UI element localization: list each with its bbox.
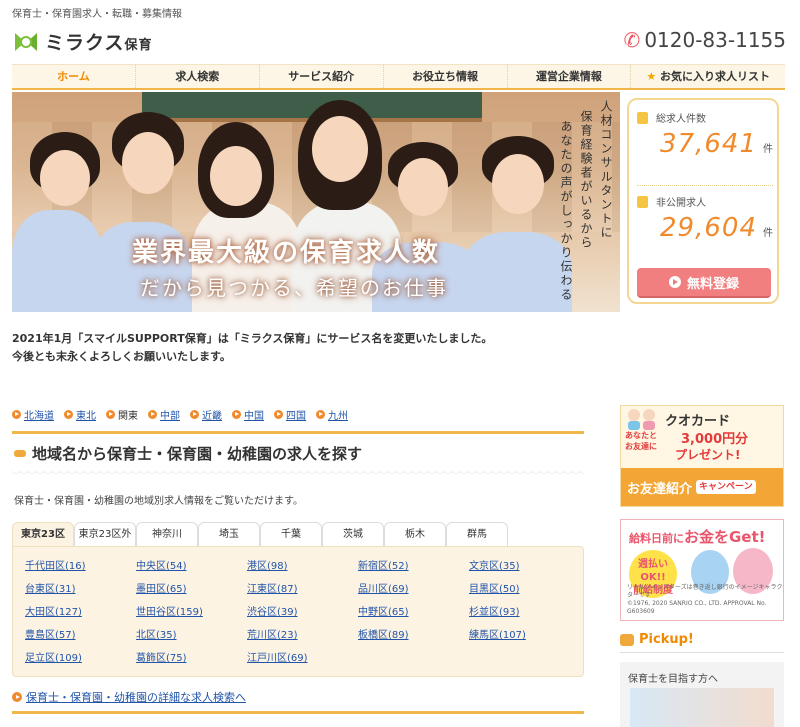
lock-icon (637, 195, 648, 208)
arrow-icon (190, 410, 199, 419)
play-icon (668, 276, 681, 288)
ward-link[interactable]: 練馬区(107) (469, 626, 526, 641)
detail-search-link[interactable]: 保育士・保育園・幼稚園の詳細な求人検索へ (12, 689, 246, 705)
ward-panel: 千代田区(16) 中央区(54) 港区(98) 新宿区(52) 文京区(35) … (12, 546, 584, 677)
region-link-chubu[interactable]: 中部 (148, 407, 180, 422)
section-description: 保育士・保育園・幼稚園の地域別求人情報をご覧いただけます。 (14, 496, 303, 507)
ward-link[interactable]: 世田谷区(159) (136, 603, 203, 618)
pickup-heading: Pickup! (620, 632, 694, 647)
wave-divider (12, 470, 584, 476)
area-tabs: 東京23区 東京23区外 神奈川 埼玉 千葉 茨城 栃木 群馬 (12, 522, 508, 547)
nav-job-search[interactable]: 求人検索 (136, 65, 260, 88)
region-link-kinki[interactable]: 近畿 (190, 407, 222, 422)
child-figure (482, 136, 554, 232)
arrow-icon (274, 410, 283, 419)
ward-link[interactable]: 文京区(35) (469, 557, 520, 572)
section-title: 地域名から保育士・保育園・幼稚園の求人を探す (14, 443, 362, 464)
ward-link[interactable]: 江戸川区(69) (247, 649, 308, 664)
ward-link[interactable]: 新宿区(52) (358, 557, 409, 572)
service-rename-notice: 2021年1月「スマイルSUPPORT保育」は「ミラクス保育」にサービス名を変更… (12, 332, 493, 363)
ward-link[interactable]: 板橋区(89) (358, 626, 409, 641)
hero-banner: 業界最大級の保育求人数 だから見つかる、希望のお仕事 人材コンサルタントに 保育… (12, 92, 620, 312)
weekly-pay-banner[interactable]: 給料日前にお金をGet! 週払い OK!! 前給制度 リトルツインスターズは巻き… (620, 519, 784, 621)
free-register-button[interactable]: 無料登録 (637, 268, 771, 298)
region-link-kyushu[interactable]: 九州 (316, 407, 348, 422)
ward-link[interactable]: 千代田区(16) (25, 557, 86, 572)
section-divider (12, 711, 584, 714)
tab-ibaraki[interactable]: 茨城 (322, 522, 384, 547)
region-link-hokkaido[interactable]: 北海道 (12, 407, 54, 422)
nav-service[interactable]: サービス紹介 (260, 65, 384, 88)
ward-link[interactable]: 品川区(69) (358, 580, 409, 595)
pickup-card[interactable]: 保育士を目指す方へ (620, 662, 784, 727)
region-links: 北海道 東北 関東 中部 近畿 中国 四国 九州 (12, 407, 358, 422)
job-stats-box: 総求人件数 37,641 件 非公開求人 29,604 件 無料登録 (627, 98, 779, 304)
hero-vertical-text: 人材コンサルタントに (599, 100, 613, 240)
ward-link[interactable]: 江東区(87) (247, 580, 298, 595)
ward-link[interactable]: 北区(35) (136, 626, 177, 641)
logo-text: ミラクス保育 (45, 32, 153, 54)
arrow-icon (316, 410, 325, 419)
nav-useful-info[interactable]: お役立ち情報 (384, 65, 508, 88)
tab-saitama[interactable]: 埼玉 (198, 522, 260, 547)
child-figure (112, 112, 184, 212)
nav-company[interactable]: 運営企業情報 (508, 65, 632, 88)
child-figure (388, 142, 458, 232)
ward-link[interactable]: 中央区(54) (136, 557, 187, 572)
speech-bubble-icon (620, 633, 634, 646)
arrow-icon (232, 410, 241, 419)
ward-link[interactable]: 豊島区(57) (25, 626, 76, 641)
ward-link[interactable]: 葛飾区(75) (136, 649, 187, 664)
tab-tochigi[interactable]: 栃木 (384, 522, 446, 547)
section-divider (12, 431, 584, 434)
ward-link[interactable]: 台東区(31) (25, 580, 76, 595)
global-nav: ホーム 求人検索 サービス紹介 お役立ち情報 運営企業情報 ★ お気に入り求人リ… (12, 64, 785, 90)
arrow-icon (148, 410, 157, 419)
nav-home[interactable]: ホーム (12, 65, 136, 88)
hero-title: 業界最大級の保育求人数 (132, 238, 441, 268)
nav-favorites[interactable]: ★ お気に入り求人リスト (631, 65, 785, 88)
hero-vertical-text: あなたの声がしっかり伝わる (559, 120, 573, 302)
ward-link[interactable]: 中野区(65) (358, 603, 409, 618)
site-tagline: 保育士・保育園求人・転職・募集情報 (12, 9, 182, 20)
people-icon (625, 408, 659, 430)
ward-link[interactable]: 杉並区(93) (469, 603, 520, 618)
star-icon: ★ (646, 70, 657, 83)
ward-link[interactable]: 大田区(127) (25, 603, 82, 618)
region-current-kanto: 関東 (106, 407, 138, 422)
ward-link[interactable]: 荒川区(23) (247, 626, 298, 641)
private-jobs-stat: 非公開求人 29,604 件 (637, 194, 773, 243)
tab-kanagawa[interactable]: 神奈川 (136, 522, 198, 547)
arrow-icon (106, 410, 115, 419)
child-figure (198, 122, 274, 232)
friend-referral-banner[interactable]: クオカード あなたと お友達に 3,000円分 プレゼント! お友達紹介 キャンペ… (620, 405, 784, 507)
pickup-image (630, 688, 774, 727)
ward-link[interactable]: 目黒区(50) (469, 580, 520, 595)
arrow-icon (12, 692, 22, 702)
total-jobs-stat: 総求人件数 37,641 件 (637, 110, 773, 159)
region-link-tohoku[interactable]: 東北 (64, 407, 96, 422)
arrow-icon (64, 410, 73, 419)
child-figure (30, 132, 100, 212)
region-link-chugoku[interactable]: 中国 (232, 407, 264, 422)
ward-link[interactable]: 足立区(109) (25, 649, 82, 664)
teacher-figure (298, 100, 382, 220)
document-icon (637, 111, 648, 124)
arrow-icon (12, 410, 21, 419)
logo-mark-icon (12, 29, 40, 55)
site-logo[interactable]: ミラクス保育 (12, 28, 152, 55)
tab-chiba[interactable]: 千葉 (260, 522, 322, 547)
tab-gunma[interactable]: 群馬 (446, 522, 508, 547)
hero-vertical-text: 保育経験者がいるから (579, 110, 593, 250)
hero-subtitle: だから見つかる、希望のお仕事 (140, 276, 448, 300)
ward-link[interactable]: 渋谷区(39) (247, 603, 298, 618)
tab-tokyo23[interactable]: 東京23区 (12, 522, 74, 547)
bullet-icon (14, 450, 26, 457)
phone-icon: ✆ (623, 28, 641, 52)
region-link-shikoku[interactable]: 四国 (274, 407, 306, 422)
tab-tokyo-outside[interactable]: 東京23区外 (74, 522, 136, 547)
ward-link[interactable]: 港区(98) (247, 557, 288, 572)
ward-link[interactable]: 墨田区(65) (136, 580, 187, 595)
phone-number[interactable]: ✆ 0120-83-1155 (624, 28, 786, 52)
